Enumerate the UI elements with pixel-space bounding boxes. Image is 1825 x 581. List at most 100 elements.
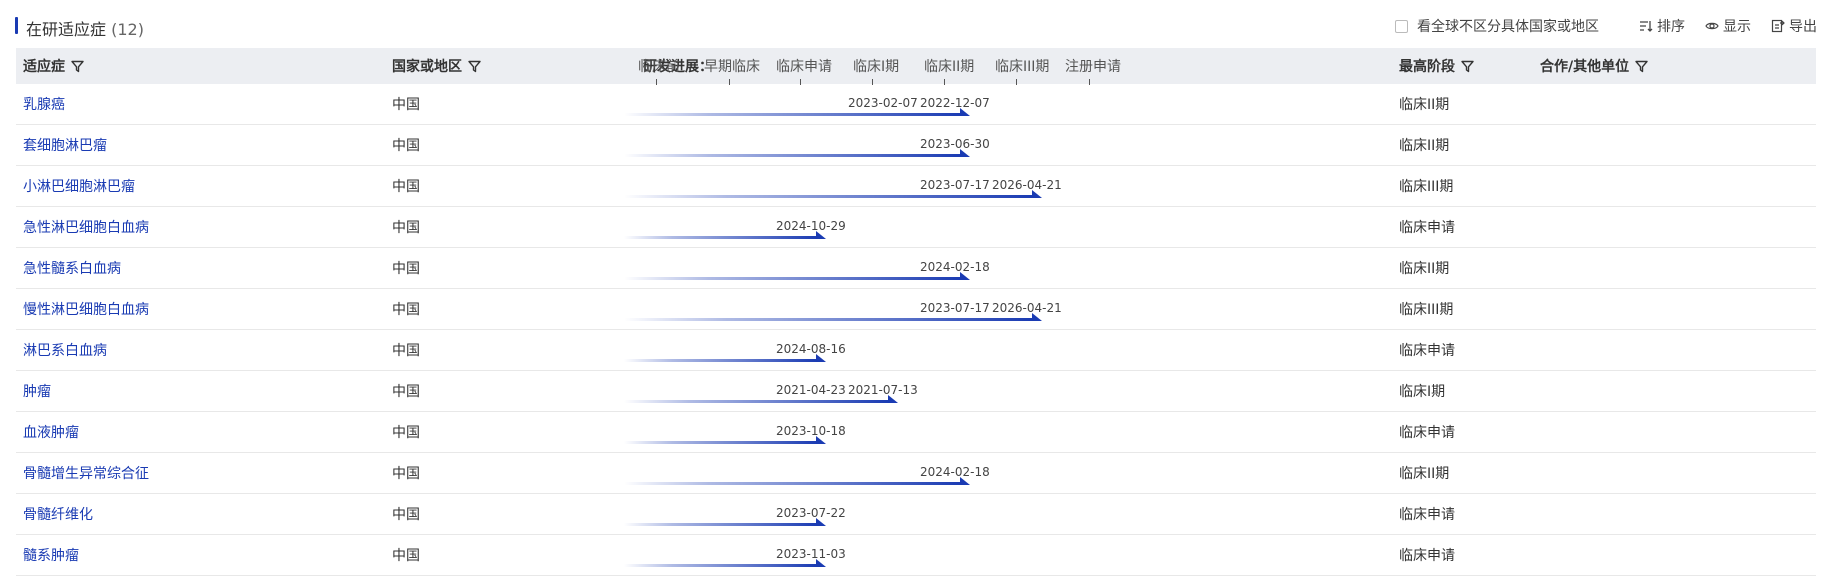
highest-phase-cell: 临床II期 [1399,97,1450,113]
table-row: 淋巴系白血病 中国 2024-08-16 临床申请 [16,330,1816,371]
progress-bar [624,195,1033,198]
milestone-date: 2023-10-18 [776,424,846,438]
section-title: 在研适应症 (12) [26,16,144,40]
table-row: 骨髓增生异常综合征 中国 2024-02-18 临床II期 [16,453,1816,494]
region-cell: 中国 [392,261,420,277]
export-icon [1771,19,1785,33]
milestone-date: 2021-04-23 [776,383,846,397]
stage-label: 临床III期 [995,59,1050,75]
global-checkbox[interactable]: 看全球不区分具体国家或地区 [1395,16,1599,36]
highest-phase-cell: 临床申请 [1399,343,1455,359]
table-row: 小淋巴细胞淋巴瘤 中国 2023-07-17 2026-04-21 临床III期 [16,166,1816,207]
region-cell: 中国 [392,384,420,400]
checkbox-box[interactable] [1395,19,1408,33]
eye-icon [1705,22,1719,30]
progress-bar [624,441,817,444]
col-highest-phase: 最高阶段 [1399,48,1474,84]
export-label: 导出 [1789,19,1817,35]
highest-phase-cell: 临床II期 [1399,261,1450,277]
indication-link[interactable]: 慢性淋巴细胞白血病 [23,289,149,329]
indication-link[interactable]: 骨髓增生异常综合征 [23,453,149,493]
region-cell: 中国 [392,302,420,318]
region-cell: 中国 [392,548,420,564]
sort-button[interactable]: 排序 [1639,16,1685,36]
progress-bar [624,523,817,526]
indication-link[interactable]: 急性髓系白血病 [23,248,121,288]
stage-label: 临床前 [638,59,680,75]
milestone-date: 2024-02-18 [920,465,990,479]
indication-link[interactable]: 套细胞淋巴瘤 [23,125,107,165]
col-highest-phase-label: 最高阶段 [1399,59,1455,75]
indication-link[interactable]: 急性淋巴细胞白血病 [23,207,149,247]
region-cell: 中国 [392,507,420,523]
stage-label: 临床申请 [776,59,832,75]
sort-label: 排序 [1657,19,1685,35]
filter-icon[interactable] [1635,60,1648,73]
highest-phase-cell: 临床申请 [1399,507,1455,523]
progress-bar [624,277,961,280]
milestone-date: 2023-07-17 [920,178,990,192]
section-count: (12) [111,20,144,39]
stage-label: 注册申请 [1065,59,1121,75]
indications-table: 适应症 国家或地区 研发进展： 临床前 早期临床 临床申请 临床I期 临床II期 临床II… [16,48,1816,576]
highest-phase-cell: 临床I期 [1399,384,1446,400]
table-row: 慢性淋巴细胞白血病 中国 2023-07-17 2026-04-21 临床III期 [16,289,1816,330]
milestone-date: 2024-02-18 [920,260,990,274]
indication-link[interactable]: 髓系肿瘤 [23,535,79,575]
table-row: 肿瘤 中国 2021-04-23 2021-07-13 临床I期 [16,371,1816,412]
milestone-date: 2024-08-16 [776,342,846,356]
export-button[interactable]: 导出 [1771,16,1817,36]
region-cell: 中国 [392,97,420,113]
milestone-date: 2023-02-07 [848,96,918,110]
title-accent-bar [15,17,18,34]
filter-icon[interactable] [1461,60,1474,73]
table-header: 适应症 国家或地区 研发进展： 临床前 早期临床 临床申请 临床I期 临床II期 临床II… [16,48,1816,85]
milestone-date: 2023-06-30 [920,137,990,151]
col-partner-label: 合作/其他单位 [1540,59,1630,75]
region-cell: 中国 [392,220,420,236]
indication-link[interactable]: 淋巴系白血病 [23,330,107,370]
highest-phase-cell: 临床申请 [1399,425,1455,441]
progress-bar [624,154,961,157]
milestone-date: 2023-07-22 [776,506,846,520]
stage-label: 临床I期 [853,59,900,75]
indication-link[interactable]: 骨髓纤维化 [23,494,93,534]
sort-icon [1640,21,1653,32]
milestone-date: 2021-07-13 [848,383,918,397]
region-cell: 中国 [392,466,420,482]
global-checkbox-label: 看全球不区分具体国家或地区 [1417,19,1599,35]
table-row: 骨髓纤维化 中国 2023-07-22 临床申请 [16,494,1816,535]
highest-phase-cell: 临床III期 [1399,302,1454,318]
indication-link[interactable]: 肿瘤 [23,371,51,411]
toolbar: 看全球不区分具体国家或地区 排序 显示 导出 [1395,16,1817,36]
region-cell: 中国 [392,179,420,195]
display-label: 显示 [1723,19,1751,35]
highest-phase-cell: 临床II期 [1399,138,1450,154]
table-body: 乳腺癌 中国 2023-02-07 2022-12-07 临床II期 套细胞淋巴瘤 中国 20… [16,84,1816,576]
display-button[interactable]: 显示 [1705,16,1751,36]
progress-bar [624,482,961,485]
highest-phase-cell: 临床II期 [1399,466,1450,482]
milestone-date: 2023-07-17 [920,301,990,315]
indication-link[interactable]: 血液肿瘤 [23,412,79,452]
progress-bar [624,564,817,567]
stage-label: 临床II期 [924,59,975,75]
progress-bar [624,113,961,116]
milestone-date: 2023-11-03 [776,547,846,561]
table-row: 急性髓系白血病 中国 2024-02-18 临床II期 [16,248,1816,289]
section-title-text: 在研适应症 [26,20,107,39]
progress-bar [624,318,1033,321]
indication-link[interactable]: 乳腺癌 [23,84,65,124]
region-cell: 中国 [392,138,420,154]
milestone-date: 2026-04-21 [992,301,1062,315]
table-row: 急性淋巴细胞白血病 中国 2024-10-29 临床申请 [16,207,1816,248]
progress-bar [624,359,817,362]
progress-bar [624,236,817,239]
highest-phase-cell: 临床申请 [1399,220,1455,236]
section-header: 在研适应症 (12) 看全球不区分具体国家或地区 排序 显示 导出 [0,0,1825,48]
table-row: 乳腺癌 中国 2023-02-07 2022-12-07 临床II期 [16,84,1816,125]
indication-link[interactable]: 小淋巴细胞淋巴瘤 [23,166,135,206]
milestone-date: 2026-04-21 [992,178,1062,192]
region-cell: 中国 [392,343,420,359]
milestone-date: 2022-12-07 [920,96,990,110]
